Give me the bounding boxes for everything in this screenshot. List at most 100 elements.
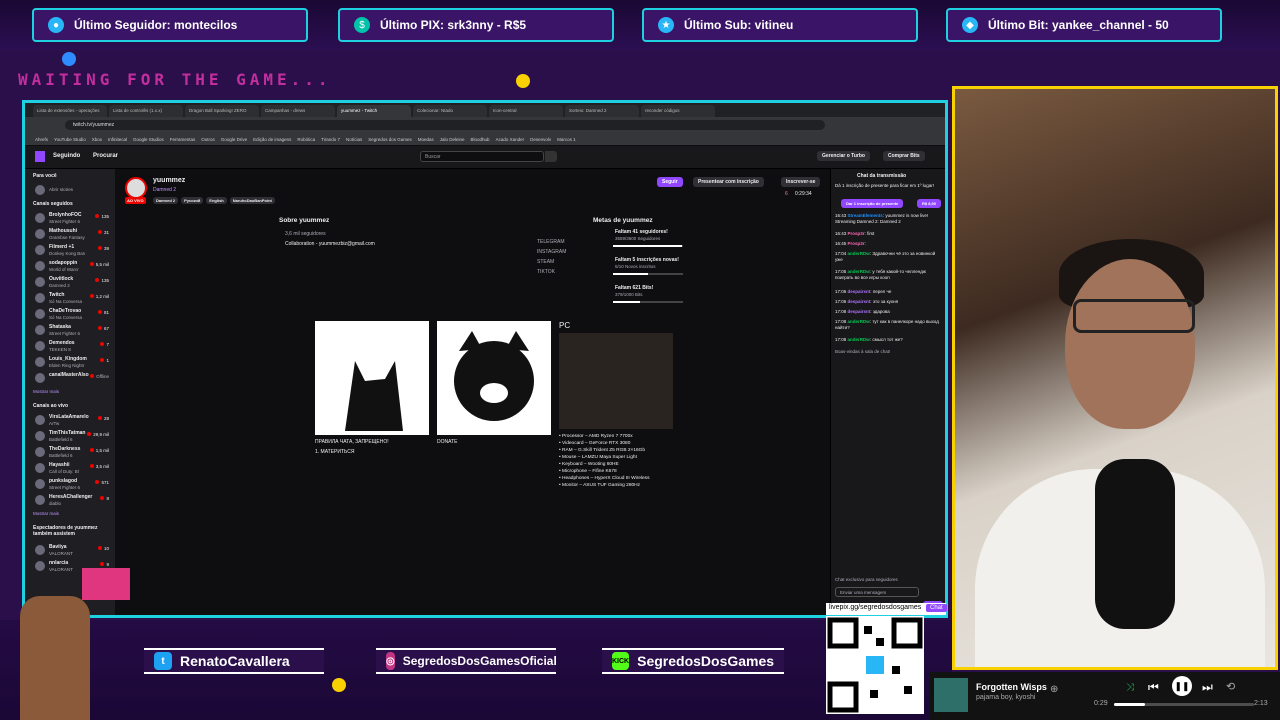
show-more-link[interactable]: Mostrar mais [33,389,59,394]
show-more-link[interactable]: Mostrar mais [33,511,59,516]
open-stories[interactable]: Abrir stories [31,183,111,199]
viewer-count: 1,2 mil [90,294,109,299]
buy-bits-button[interactable]: Comprar Bits [883,151,925,161]
tab[interactable]: Sorteio: Damned 2 [565,105,639,117]
tab-active[interactable]: yuummez - Twitch [337,105,411,117]
tag[interactable]: Русский [181,197,204,204]
sidebar-channel[interactable]: Shataska Street Fighter 6 67 [31,323,111,339]
channel-name[interactable]: yuummez [153,177,185,184]
sidebar-channel[interactable]: Louis_Kingdom Elden Ring Nightr 1 [31,355,111,371]
gift-one-button[interactable]: Dar 1 inscrição de presente [841,199,904,208]
bookmark[interactable]: Ferramentas [170,137,196,142]
bookmark[interactable]: Notícias [346,137,362,142]
tab[interactable]: reconder códigos [641,105,715,117]
sidebar-channel[interactable]: VirsLataAmarelo ArTw 28 [31,413,111,429]
bookmark[interactable]: Edição de imagens [253,137,291,142]
channel-avatar[interactable] [125,177,147,199]
search-icon[interactable] [545,151,557,162]
sidebar-channel[interactable]: Twitch Só Na Conversa 1,2 mil [31,291,111,307]
bookmark[interactable]: Infinitecal [108,137,127,142]
tab[interactable]: Colecionar: Ntado [413,105,487,117]
pc-panel-image[interactable] [559,333,673,429]
sidebar-channel[interactable]: TimThisTatman Battlefield 6 29,9 mil [31,429,111,445]
gift-sub-button[interactable]: Presentear com inscrição [693,177,764,187]
channel-game: Só Na Conversa [49,315,83,320]
msg-user[interactable]: despairsnt [848,309,871,314]
link-steam[interactable]: STEAM [537,257,566,267]
msg-user[interactable]: despairsnt [848,299,871,304]
msg-user[interactable]: anderRDw [848,337,870,342]
bookmark[interactable]: Desenvolv [530,137,551,142]
bookmark[interactable]: Marcos 1 [557,137,576,142]
tab[interactable]: Icon-central [489,105,563,117]
donate-panel-image[interactable] [437,321,551,435]
sidebar-channel[interactable]: TheDarkness Battlefield 6 1,5 mil [31,445,111,461]
sidebar-channel[interactable]: Mathousuhi Grambse Fantasy 31 [31,227,111,243]
channel-game[interactable]: Damned 2 [153,187,176,193]
twitch-logo-icon[interactable] [35,151,45,162]
bookmark[interactable]: Segredos dos Games [368,137,412,142]
sidebar-channel[interactable]: punkslagod Street Fighter 6 571 [31,477,111,493]
tag[interactable]: NaruhoDaoBanPoint [229,197,275,204]
channel-name: TimThisTatman [49,430,86,436]
bookmark[interactable]: Jalo Deleine [440,137,465,142]
rules-panel-image[interactable] [315,321,429,435]
bookmark[interactable]: YouTube Studio [54,137,86,142]
sidebar-channel[interactable]: HeresAChallenger diablo 8 [31,493,111,509]
pause-icon[interactable]: ❚❚ [1172,676,1192,696]
shuffle-icon[interactable]: ⤨ [1126,682,1134,693]
msg-user[interactable]: anderRDw [848,251,870,256]
tab[interactable]: Campanhas - drews [261,105,335,117]
bookmark[interactable]: Robótica [297,137,315,142]
bookmark[interactable]: Ahrefs [35,137,48,142]
sidebar-channel[interactable]: canalMasterAlso Offline [31,371,111,387]
bookmark[interactable]: Outros [201,137,215,142]
msg-user[interactable]: Prosp3r [848,231,865,236]
glasses-icon [1073,299,1195,333]
bookmark[interactable]: Moedas [418,137,434,142]
msg-user[interactable]: anderRDw [848,269,870,274]
seek-bar[interactable] [1114,703,1254,706]
bookmark[interactable]: Xbox [92,137,102,142]
sidebar-channel[interactable]: Demendos TEKKEN 8 7 [31,339,111,355]
add-icon[interactable]: ⊕ [1050,684,1058,695]
bookmark[interactable]: Bloodhub [471,137,490,142]
msg-user[interactable]: despairsnt [848,289,871,294]
bookmark[interactable]: Google Drive [221,137,247,142]
link-telegram[interactable]: TELEGRAM [537,237,566,247]
gift-price[interactable]: R$ 8,90 [917,199,942,208]
spec-line: • Processor – AMD Ryzen 7 7700x [559,434,633,439]
sidebar-channel[interactable]: Filmerd +1 Donkey Kong Ban 39 [31,243,111,259]
sidebar-channel[interactable]: Hayashii Call of Duty: Bl 3,5 mil [31,461,111,477]
follow-button[interactable]: Seguir [657,177,683,187]
sidebar-channel[interactable]: Baviiya VALORANT 10 [31,543,111,559]
repeat-icon[interactable]: ⟲ [1226,680,1235,693]
link-tiktok[interactable]: TIKTOK [537,267,566,277]
goal-title: Faltam 41 seguidores! [615,229,668,235]
tab[interactable]: Dragon Ball Sparking! ZERO [185,105,259,117]
sidebar-channel[interactable]: BrolynhoFOC Street Fighter 6 135 [31,211,111,227]
turbo-button[interactable]: Gerenciar o Turbo [817,151,870,161]
bookmark[interactable]: Acado Xander [496,137,525,142]
link-instagram[interactable]: INSTAGRAM [537,247,566,257]
chat-input[interactable]: Enviar uma mensagem [835,587,919,597]
bookmark[interactable]: Tirando 7 [321,137,340,142]
search-input[interactable]: Buscar [420,151,544,162]
nav-following[interactable]: Seguindo [53,153,80,159]
msg-user[interactable]: StreamElements [848,213,883,218]
msg-user[interactable]: anderRDw [848,319,870,324]
previous-icon[interactable]: ⏮ [1148,680,1159,695]
bookmark[interactable]: Google Studios [133,137,164,142]
sidebar-channel[interactable]: sodapoppin World of Warcr 5,5 mil [31,259,111,275]
tab[interactable]: Lista de extensões - operações [33,105,107,117]
sidebar-channel[interactable]: Ouviitlock Damned 2 135 [31,275,111,291]
nav-browse[interactable]: Procurar [93,153,118,159]
tag[interactable]: English [206,197,227,204]
sidebar-channel[interactable]: ChaDeTrovao Só Na Conversa 81 [31,307,111,323]
tab[interactable]: Lista de controlês (1.x.x) [109,105,183,117]
next-icon[interactable]: ⏭ [1202,680,1213,695]
tag[interactable]: Damned 2 [153,197,179,204]
msg-user[interactable]: Prosp3r [848,241,865,246]
url-input[interactable]: twitch.tv/yuummez [65,120,825,130]
subscribe-button[interactable]: Inscrever-se [781,177,821,187]
